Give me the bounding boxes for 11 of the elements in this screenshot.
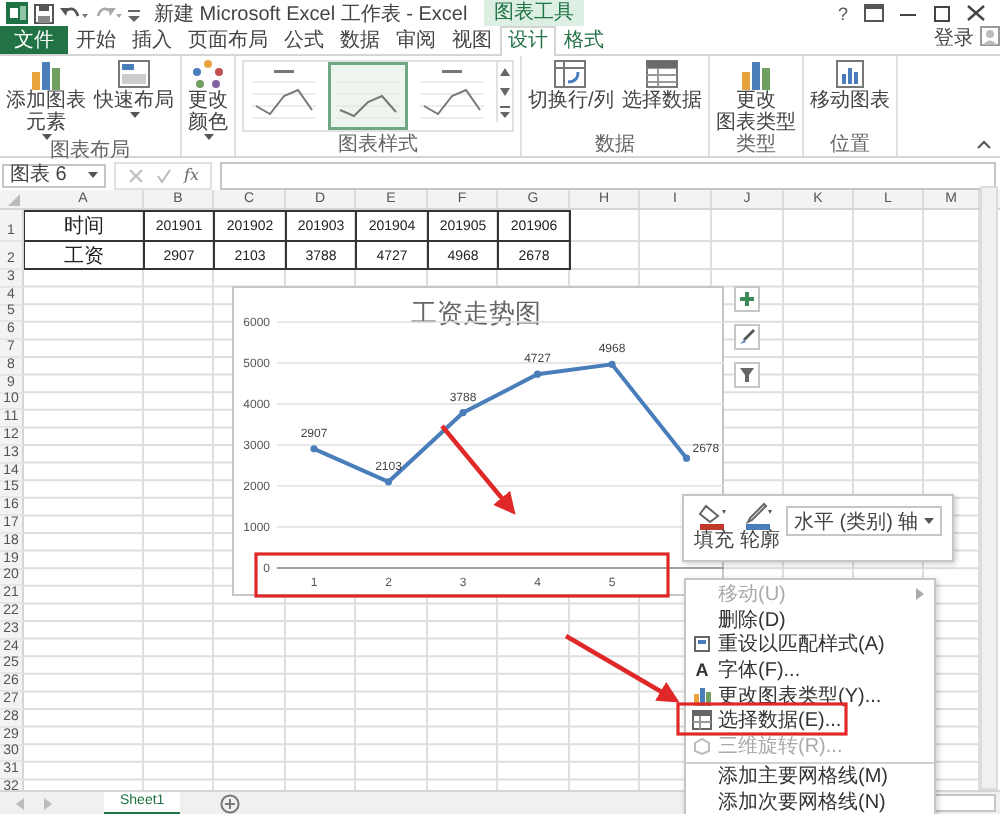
- group-label: 位置: [827, 134, 872, 156]
- chart-title: 工资走势图: [411, 298, 541, 328]
- group-label: 图表样式: [336, 134, 420, 156]
- font-icon: A: [695, 660, 709, 681]
- group-label: 图表布局: [49, 140, 132, 162]
- context-tab-label: 图表工具: [484, 0, 584, 26]
- group-label: 数据: [592, 134, 637, 156]
- group-label: 类型: [733, 134, 778, 156]
- cell-text: 工资: [64, 244, 104, 270]
- cell-text: 时间: [64, 213, 104, 240]
- window-title: 新建 Microsoft Excel 工作表 - Excel: [154, 1, 468, 27]
